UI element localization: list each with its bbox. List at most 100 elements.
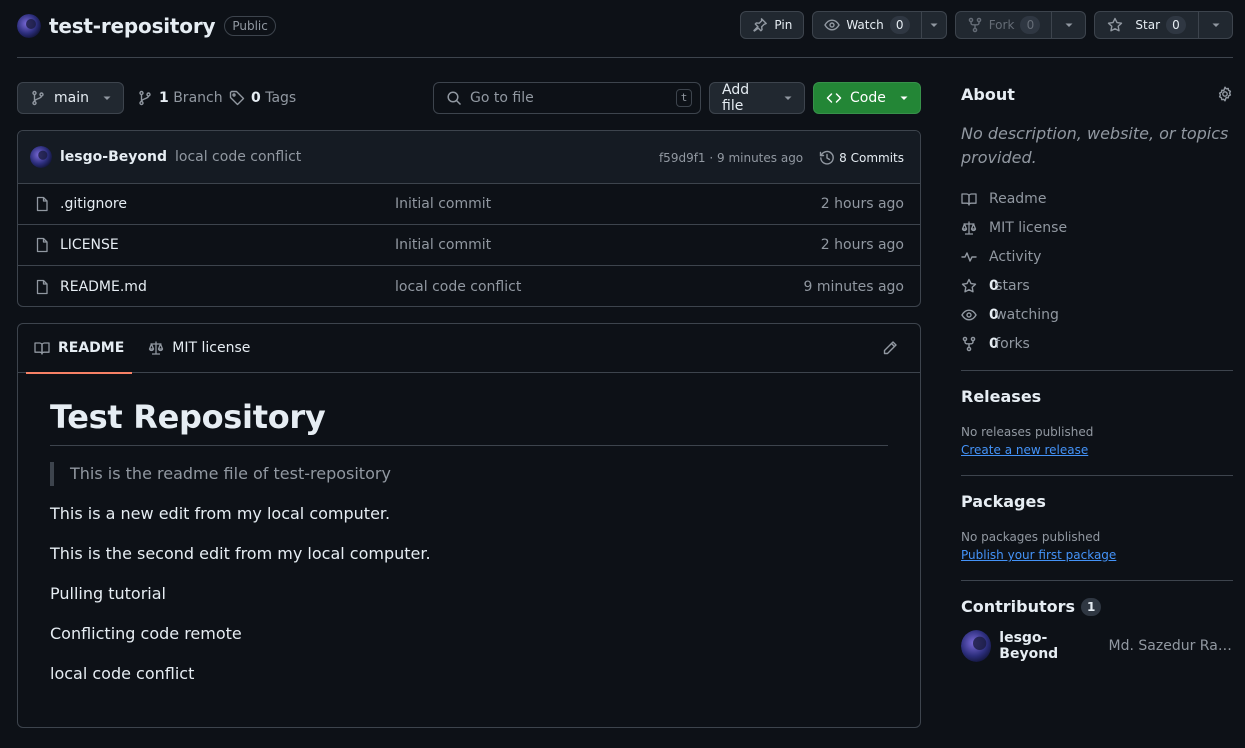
license-link[interactable]: MIT license	[961, 213, 1233, 242]
header-divider	[17, 57, 1233, 58]
eye-icon	[824, 17, 841, 33]
repo-sidebar: About No description, website, or topics…	[961, 82, 1233, 662]
contributor-login[interactable]: lesgo-Beyond	[999, 630, 1100, 662]
eye-icon	[961, 307, 977, 323]
file-icon	[34, 237, 50, 253]
tab-license[interactable]: MIT license	[140, 324, 258, 373]
file-commit-time: 9 minutes ago	[803, 278, 904, 295]
watching-link[interactable]: 0 watching	[961, 300, 1233, 329]
add-file-button[interactable]: Add file	[709, 82, 805, 114]
repo-name[interactable]: test-repository	[49, 14, 216, 38]
branch-name: main	[54, 90, 89, 106]
branch-selector[interactable]: main	[17, 82, 124, 114]
tags-link[interactable]: 0 Tags	[229, 82, 296, 114]
go-to-file-placeholder: Go to file	[470, 90, 534, 106]
law-icon	[148, 340, 164, 356]
commit-hash-time[interactable]: f59d9f1 · 9 minutes ago	[659, 151, 803, 165]
file-commit-time: 2 hours ago	[820, 196, 904, 212]
star-dropdown-button[interactable]	[1199, 11, 1233, 39]
commits-link[interactable]: 8 Commits	[819, 150, 904, 166]
watch-button[interactable]: Watch 0	[812, 11, 922, 39]
file-commit-time: 2 hours ago	[820, 237, 904, 253]
file-name[interactable]: .gitignore	[60, 196, 127, 212]
law-icon	[961, 220, 977, 236]
tab-readme[interactable]: README	[26, 324, 133, 374]
forks-label: forks	[995, 335, 1030, 352]
readme-blockquote: This is the readme file of test-reposito…	[50, 462, 888, 486]
file-row[interactable]: LICENSE Initial commit 2 hours ago	[18, 225, 920, 266]
file-icon	[34, 196, 50, 212]
file-row[interactable]: README.md local code conflict 9 minutes …	[18, 266, 920, 306]
file-name[interactable]: LICENSE	[60, 237, 119, 253]
contributor-item[interactable]: lesgo-Beyond Md. Sazedur Rah...	[961, 630, 1233, 662]
triangle-down-icon	[1212, 21, 1220, 29]
packages-section: Packages No packages published Publish y…	[961, 476, 1233, 564]
releases-heading[interactable]: Releases	[961, 387, 1233, 406]
owner-avatar[interactable]	[17, 14, 41, 38]
pin-label: Pin	[774, 18, 793, 32]
readme-link-label: Readme	[989, 190, 1047, 207]
triangle-down-icon	[900, 94, 908, 102]
watch-dropdown-button[interactable]	[921, 11, 947, 39]
pin-icon	[752, 17, 768, 33]
fork-icon	[961, 336, 977, 352]
file-row[interactable]: .gitignore Initial commit 2 hours ago	[18, 184, 920, 225]
commit-author-avatar[interactable]	[30, 146, 52, 168]
about-heading: About	[961, 82, 1233, 106]
create-release-link[interactable]: Create a new release	[961, 441, 1233, 459]
publish-package-link[interactable]: Publish your first package	[961, 546, 1233, 564]
book-icon	[34, 340, 50, 356]
latest-commit-bar: lesgo-Beyond local code conflict f59d9f1…	[18, 131, 920, 184]
code-button[interactable]: Code	[813, 82, 921, 114]
contributor-avatar[interactable]	[961, 630, 992, 662]
pencil-icon[interactable]	[882, 340, 898, 356]
activity-link[interactable]: Activity	[961, 242, 1233, 271]
file-name[interactable]: README.md	[60, 279, 147, 295]
history-icon	[819, 150, 835, 166]
fork-button[interactable]: Fork 0	[954, 11, 1053, 39]
about-description: No description, website, or topics provi…	[961, 124, 1229, 167]
star-button[interactable]: Star 0	[1094, 11, 1199, 39]
tag-count: 0	[251, 90, 261, 106]
go-to-file-input[interactable]: Go to file t	[433, 82, 701, 114]
contributors-section: Contributors 1 lesgo-Beyond Md. Sazedur …	[961, 581, 1233, 662]
commit-meta: f59d9f1 · 9 minutes ago 8 Commits	[659, 131, 904, 184]
commit-message[interactable]: local code conflict	[175, 149, 301, 165]
file-commit-message[interactable]: Initial commit	[395, 237, 491, 253]
stars-link[interactable]: 0 stars	[961, 271, 1233, 300]
tab-readme-label: README	[58, 340, 125, 356]
fork-icon	[967, 17, 983, 33]
code-label: Code	[850, 90, 886, 106]
pin-button[interactable]: Pin	[740, 11, 805, 39]
contributors-heading[interactable]: Contributors 1	[961, 597, 1233, 616]
contributors-heading-text: Contributors	[961, 597, 1076, 616]
fork-counter: 0	[1020, 16, 1041, 34]
star-group: Star 0	[1094, 11, 1233, 39]
shortcut-hint: t	[676, 89, 692, 107]
commit-author[interactable]: lesgo-Beyond	[60, 149, 167, 165]
readme-paragraph: Pulling tutorial	[50, 584, 166, 603]
file-commit-message[interactable]: Initial commit	[395, 196, 491, 212]
git-branch-icon	[137, 90, 153, 106]
packages-heading[interactable]: Packages	[961, 492, 1233, 511]
readme-paragraph: This is the second edit from my local co…	[50, 544, 431, 563]
visibility-badge: Public	[224, 16, 276, 36]
forks-link[interactable]: 0 forks	[961, 329, 1233, 358]
readme-paragraph: local code conflict	[50, 664, 195, 683]
file-icon	[34, 279, 50, 295]
readme-link[interactable]: Readme	[961, 184, 1233, 213]
branches-link[interactable]: 1 Branch	[137, 82, 223, 114]
contributor-name: Md. Sazedur Rah...	[1108, 638, 1233, 654]
fork-group: Fork 0	[954, 11, 1087, 39]
gear-icon[interactable]	[1217, 86, 1233, 102]
file-browser: lesgo-Beyond local code conflict f59d9f1…	[17, 130, 921, 307]
activity-link-label: Activity	[989, 248, 1042, 265]
tab-license-label: MIT license	[172, 340, 251, 356]
git-branch-icon	[30, 90, 46, 106]
tag-label: Tags	[265, 90, 297, 106]
fork-dropdown-button[interactable]	[1052, 11, 1087, 39]
file-commit-message[interactable]: local code conflict	[395, 279, 521, 295]
triangle-down-icon	[1065, 21, 1073, 29]
readme-tabs: README MIT license	[18, 324, 920, 374]
star-icon	[1107, 17, 1123, 33]
